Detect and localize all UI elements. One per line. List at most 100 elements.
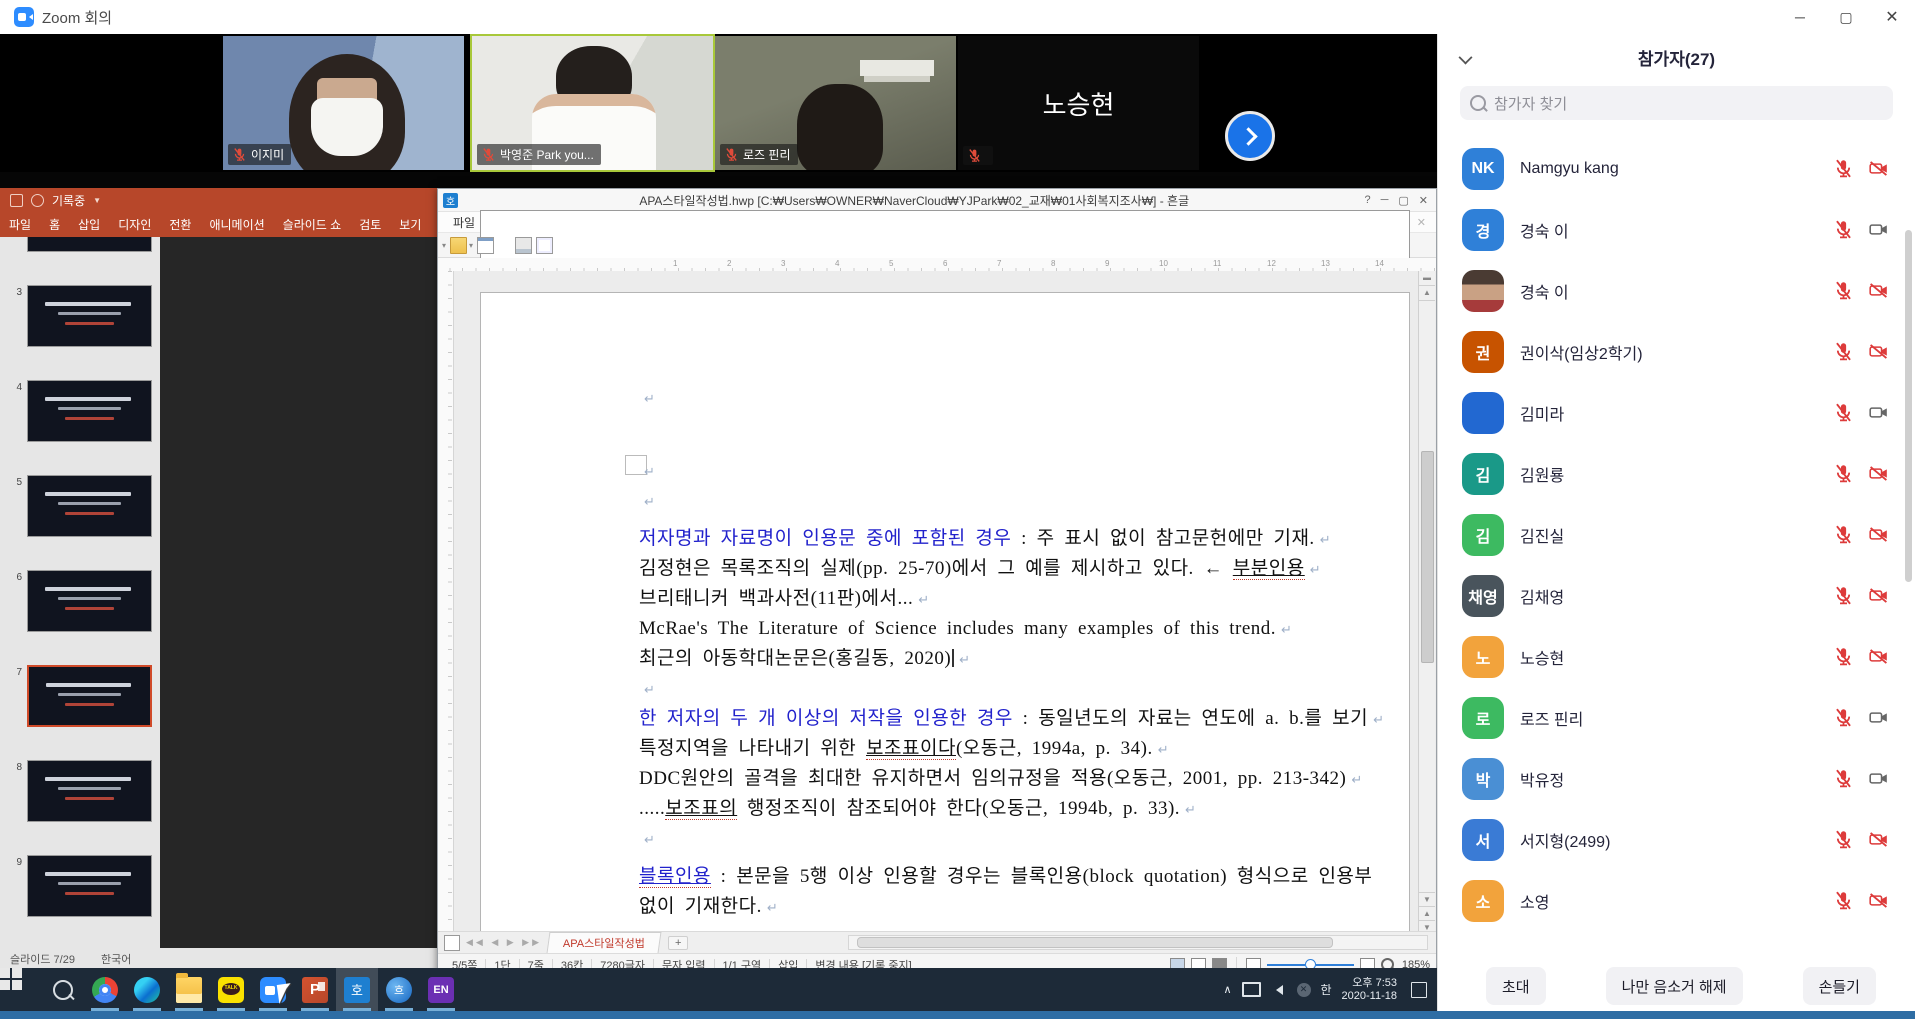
slide-thumbnail-image[interactable] (27, 237, 152, 252)
muted-mic-icon[interactable] (1833, 646, 1854, 667)
slide-thumbnail-image[interactable] (27, 760, 152, 822)
camera-off-icon[interactable] (1868, 829, 1889, 850)
video-tile[interactable]: 박영준 Park you... (470, 34, 715, 172)
slide-thumbnail-image[interactable] (27, 285, 152, 347)
open-document-icon[interactable] (450, 237, 467, 254)
muted-mic-icon[interactable] (1833, 829, 1854, 850)
slide-thumbnail-image[interactable] (27, 855, 152, 917)
muted-mic-icon[interactable] (1833, 524, 1854, 545)
hwp-window-control[interactable]: ? (1364, 194, 1370, 206)
taskbar-search-icon[interactable] (42, 968, 84, 1011)
slide-thumbnail[interactable]: 8 (8, 760, 152, 822)
network-icon[interactable] (1242, 982, 1261, 997)
action-center-icon[interactable] (1411, 982, 1427, 998)
taskbar-edge-icon[interactable] (126, 968, 168, 1011)
muted-mic-icon[interactable] (1833, 463, 1854, 484)
ppt-tab[interactable]: 디자인 (109, 212, 160, 237)
camera-on-icon[interactable] (1868, 768, 1889, 789)
slide-thumbnail[interactable]: 6 (8, 570, 152, 632)
participant-search-input[interactable]: 참가자 찾기 (1460, 86, 1893, 120)
ppt-tab[interactable]: 애니메이션 (200, 212, 273, 237)
slide-thumbnail[interactable]: 5 (8, 475, 152, 537)
participant-row[interactable]: 김미라 (1438, 382, 1915, 443)
muted-mic-icon[interactable] (1833, 219, 1854, 240)
camera-off-icon[interactable] (1868, 158, 1889, 179)
hidden-icons-chevron[interactable]: ∧ (1223, 983, 1231, 996)
camera-off-icon[interactable] (1868, 280, 1889, 301)
close-button[interactable]: ✕ (1869, 1, 1915, 34)
participant-row[interactable]: 로 로즈 핀리 (1438, 687, 1915, 748)
participant-row[interactable]: 경 경숙 이 (1438, 199, 1915, 260)
slide-thumbnail[interactable]: 4 (8, 380, 152, 442)
collapse-panel-chevron-icon[interactable] (1460, 50, 1472, 62)
slide-thumbnail-image[interactable] (27, 570, 152, 632)
video-tile[interactable]: 이지미 (223, 36, 464, 170)
taskbar-lang-icon[interactable]: EN (420, 968, 462, 1011)
slide-thumbnail[interactable]: 9 (8, 855, 152, 917)
save-icon[interactable] (10, 194, 23, 207)
raise-hand-button[interactable]: 손들기 (1803, 967, 1876, 1005)
chevron-down-icon[interactable]: ▼ (93, 196, 101, 205)
tab-nav-arrows[interactable]: ◀◀ ◀ ▶ ▶▶ (466, 937, 542, 948)
minimize-button[interactable]: ─ (1777, 1, 1823, 34)
slide-thumbnail[interactable]: 7 (8, 665, 152, 727)
muted-mic-icon[interactable] (1833, 585, 1854, 606)
slide-thumbnail-image[interactable] (27, 665, 152, 727)
muted-mic-icon[interactable] (1833, 707, 1854, 728)
participant-row[interactable]: 김 김원룡 (1438, 443, 1915, 504)
participant-row[interactable]: 경숙 이 (1438, 260, 1915, 321)
taskbar-powerpoint-icon[interactable]: P (294, 968, 336, 1011)
ppt-tab[interactable]: 전환 (160, 212, 200, 237)
ppt-tab[interactable]: 홈 (40, 212, 69, 237)
hscrollbar-thumb[interactable] (857, 937, 1333, 948)
muted-mic-icon[interactable] (1833, 158, 1854, 179)
close-icon[interactable]: ✕ (1417, 216, 1426, 229)
video-tile[interactable]: 로즈 핀리 (715, 36, 956, 170)
slide-thumbnail-image[interactable] (27, 475, 152, 537)
participant-row[interactable]: 박 박유정 (1438, 748, 1915, 809)
video-tile[interactable]: 노승현 (958, 36, 1199, 170)
unmute-me-button[interactable]: 나만 음소거 해제 (1606, 967, 1743, 1005)
panel-scrollbar-thumb[interactable] (1905, 230, 1912, 582)
ppt-tab[interactable]: 삽입 (69, 212, 109, 237)
camera-off-icon[interactable] (1868, 524, 1889, 545)
document-tab[interactable]: APA스타일작성법 (547, 932, 662, 953)
maximize-button[interactable]: ▢ (1823, 1, 1869, 34)
taskbar-explorer-icon[interactable] (168, 968, 210, 1011)
muted-mic-icon[interactable] (1833, 402, 1854, 423)
participant-row[interactable]: 채영 김채영 (1438, 565, 1915, 626)
taskbar-clock[interactable]: 오후 7:53 2020-11-18 (1342, 977, 1397, 1003)
taskbar-chrome-icon[interactable] (84, 968, 126, 1011)
participant-row[interactable]: 서 서지형(2499) (1438, 809, 1915, 870)
camera-off-icon[interactable] (1868, 585, 1889, 606)
participant-row[interactable]: NK Namgyu kang (1438, 138, 1915, 199)
document-text[interactable]: ↵↵↵저자명과 자료명이 인용문 중에 포함된 경우 : 주 표시 없이 참고문… (639, 383, 1417, 922)
camera-on-icon[interactable] (1868, 219, 1889, 240)
participant-list[interactable]: NK Namgyu kang 경 경숙 이 경숙 이 권 권이삭(임상2학기) (1438, 130, 1915, 931)
print-preview-icon[interactable] (536, 237, 553, 254)
document-page[interactable]: ↵↵↵저자명과 자료명이 인용문 중에 포함된 경우 : 주 표시 없이 참고문… (480, 292, 1410, 934)
participant-row[interactable]: 소 소영 (1438, 870, 1915, 931)
scrollbar-thumb[interactable] (1421, 451, 1434, 663)
status-x-icon[interactable]: ✕ (1297, 983, 1311, 997)
new-tab-button[interactable]: + (668, 936, 688, 950)
ppt-slide-panel[interactable]: 2 3 4 5 6 7 8 9 (0, 237, 160, 949)
scroll-split-handle[interactable]: ▬ (1419, 271, 1435, 286)
camera-on-icon[interactable] (1868, 707, 1889, 728)
next-videos-button[interactable] (1225, 111, 1275, 161)
camera-on-icon[interactable] (1868, 402, 1889, 423)
taskbar-hwp-icon[interactable]: 호 (336, 968, 378, 1011)
muted-mic-icon[interactable] (1833, 341, 1854, 362)
taskbar-hancom-icon[interactable]: 흐 (378, 968, 420, 1011)
print-icon[interactable] (515, 237, 532, 254)
ppt-tab[interactable]: 파일 (0, 212, 40, 237)
bookmark-icon[interactable] (444, 935, 460, 951)
slide-thumbnail[interactable]: 3 (8, 285, 152, 347)
slide-thumbnail[interactable]: 2 (8, 237, 152, 252)
muted-mic-icon[interactable] (1833, 280, 1854, 301)
speaker-icon[interactable] (1271, 985, 1283, 995)
muted-mic-icon[interactable] (1833, 890, 1854, 911)
scroll-up-arrow[interactable]: ▲ (1419, 286, 1435, 301)
slide-thumbnail-image[interactable] (27, 380, 152, 442)
camera-off-icon[interactable] (1868, 341, 1889, 362)
